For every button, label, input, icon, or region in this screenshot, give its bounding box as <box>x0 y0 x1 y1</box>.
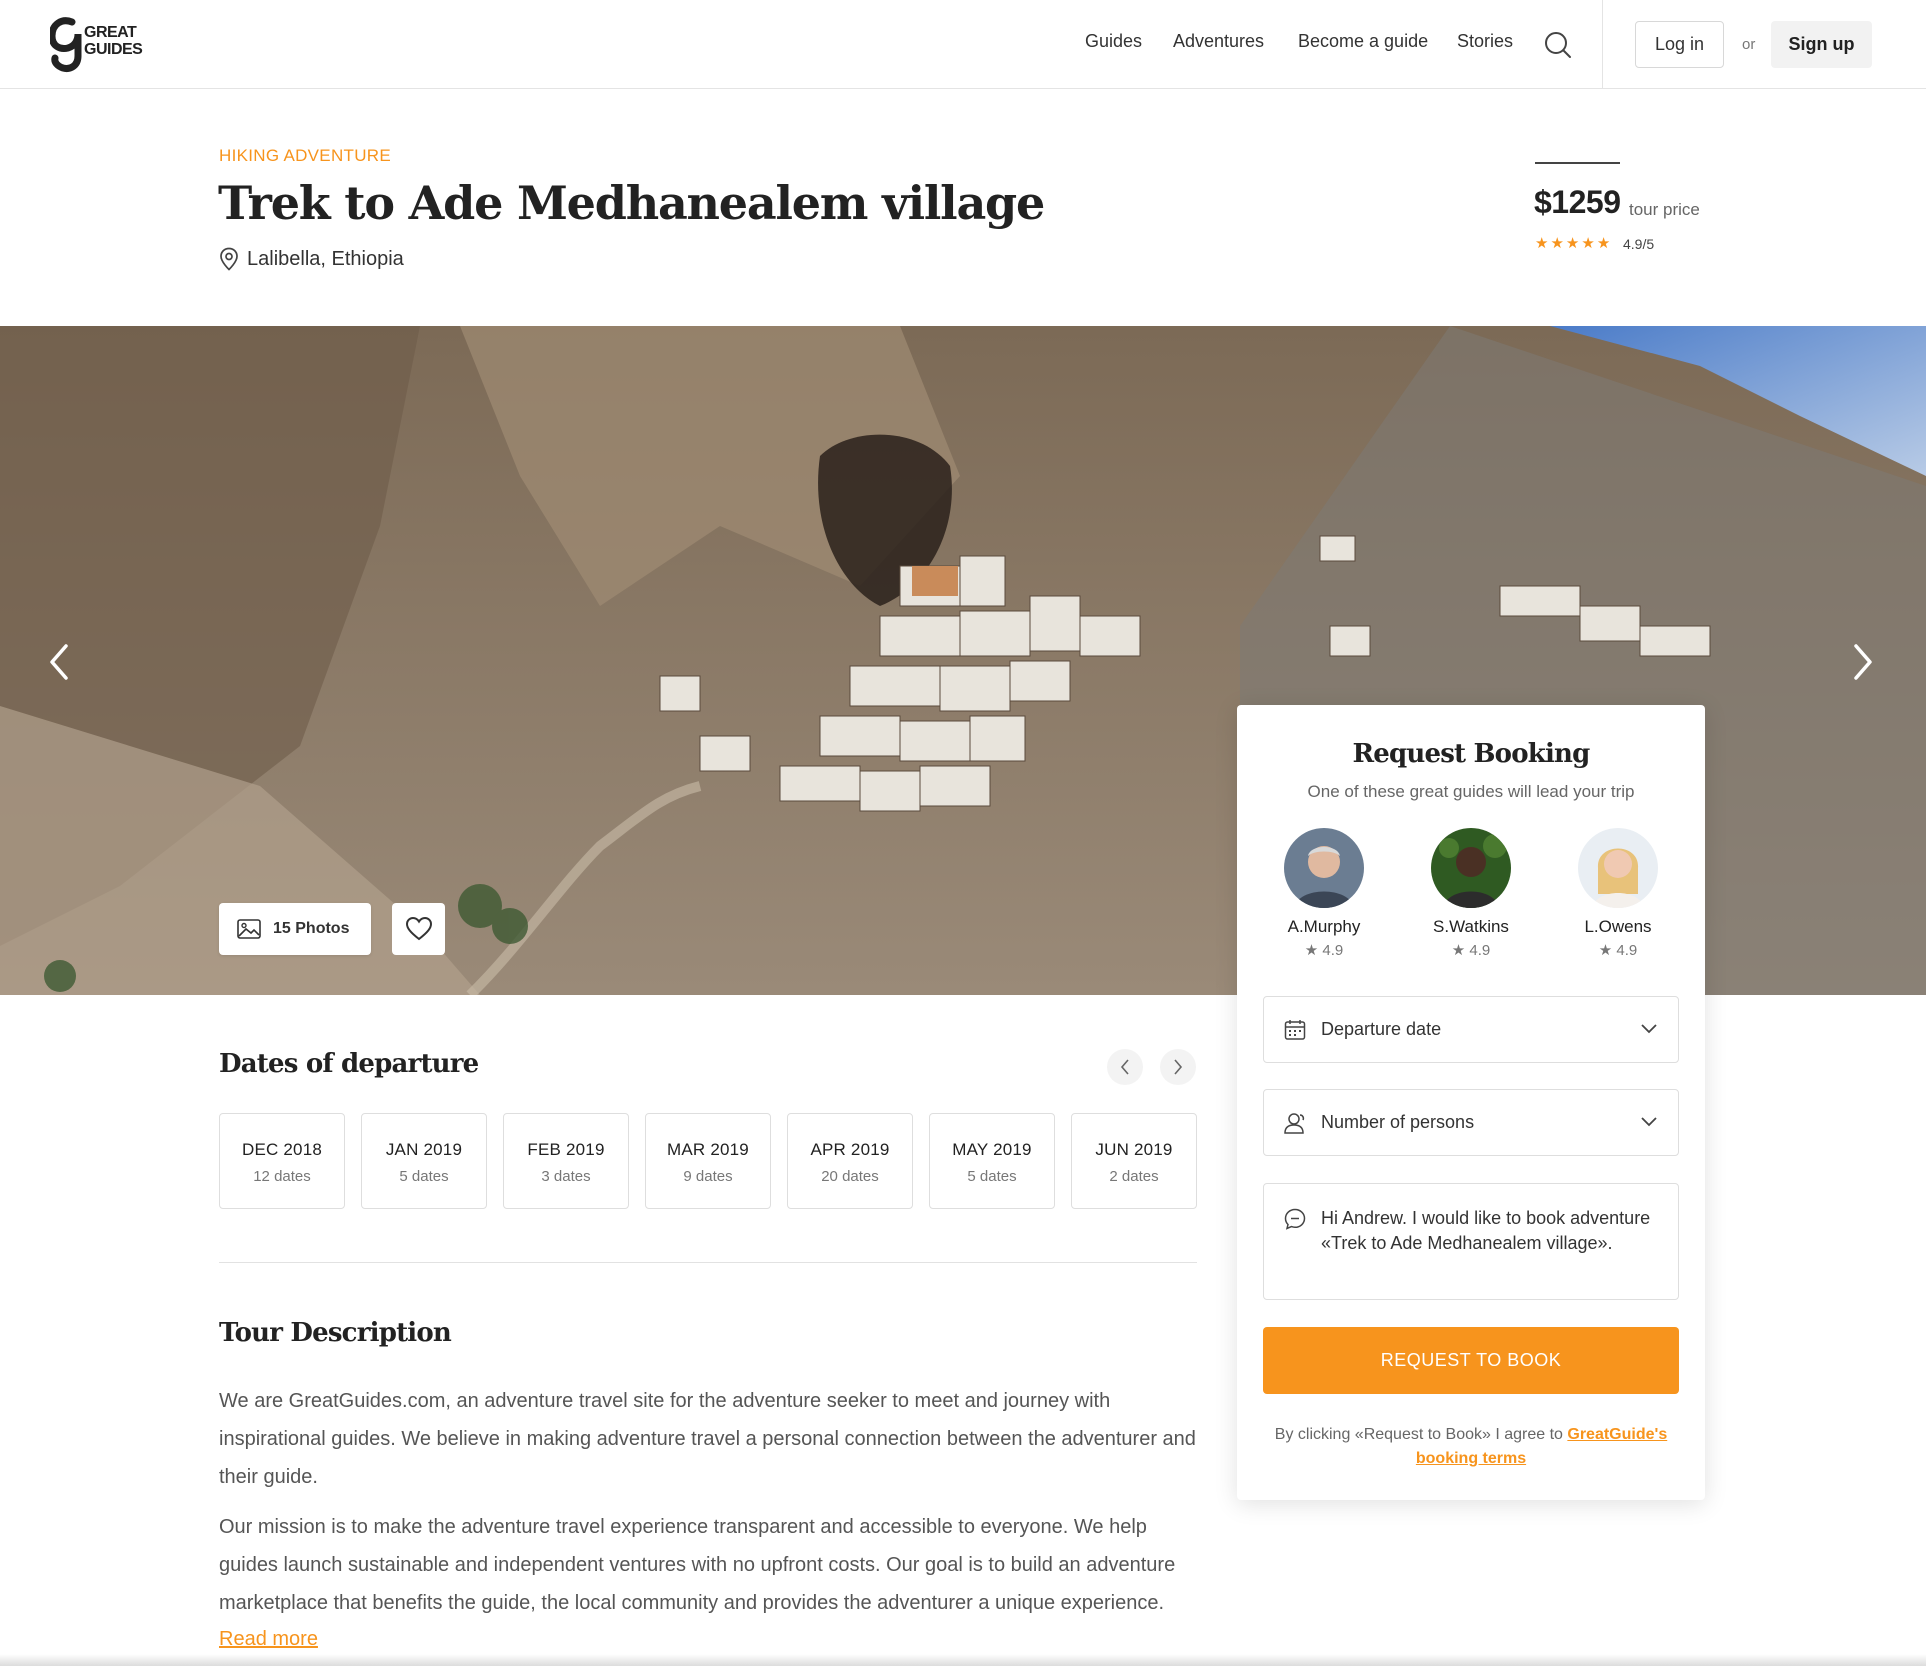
tour-price: $1259 <box>1534 184 1621 220</box>
logo[interactable]: GREAT GUIDES <box>50 16 143 74</box>
login-button[interactable]: Log in <box>1635 21 1724 68</box>
description-section-title: Tour Description <box>219 1318 452 1348</box>
calendar-icon <box>1284 1020 1306 1040</box>
message-text: Hi Andrew. I would like to book adventur… <box>1321 1208 1651 1253</box>
search-icon[interactable] <box>1543 30 1573 60</box>
top-header: GREAT GUIDES Guides Adventures Become a … <box>0 0 1926 89</box>
star-icon: ★ <box>1596 235 1611 252</box>
chevron-down-icon <box>1641 1024 1657 1034</box>
departure-date-select[interactable]: Departure date <box>1263 996 1679 1063</box>
date-count: 2 dates <box>1109 1168 1159 1185</box>
date-count: 3 dates <box>541 1168 591 1185</box>
chevron-left-icon <box>1120 1059 1129 1075</box>
date-count: 9 dates <box>683 1168 733 1185</box>
date-month: FEB 2019 <box>527 1140 605 1159</box>
signup-button[interactable]: Sign up <box>1771 21 1872 68</box>
avatar <box>1431 828 1511 908</box>
location-pin-icon <box>220 247 238 271</box>
date-card[interactable]: FEB 2019 3 dates <box>503 1113 629 1209</box>
dates-next-button[interactable] <box>1160 1049 1196 1085</box>
nav-become-a-guide[interactable]: Become a guide <box>1298 31 1428 52</box>
nav-adventures[interactable]: Adventures <box>1173 31 1264 52</box>
page-title: Trek to Ade Medhanealem village <box>218 176 1045 230</box>
gallery-prev-arrow-icon[interactable] <box>44 640 74 684</box>
rating-value: 4.9/5 <box>1623 236 1655 252</box>
number-of-persons-select[interactable]: Number of persons <box>1263 1089 1679 1156</box>
dates-section-title: Dates of departure <box>219 1049 479 1079</box>
date-month: MAY 2019 <box>952 1140 1032 1159</box>
chevron-right-icon <box>1174 1059 1183 1075</box>
date-month: JUN 2019 <box>1095 1140 1173 1159</box>
logo-mark <box>50 17 82 72</box>
number-of-persons-label: Number of persons <box>1321 1112 1475 1132</box>
booking-terms: By clicking «Request to Book» I agree to… <box>1257 1423 1685 1471</box>
booking-title: Request Booking <box>1352 739 1590 769</box>
date-month: APR 2019 <box>810 1140 890 1159</box>
guide-rating: ★ 4.9 <box>1451 942 1491 959</box>
chevron-down-icon <box>1641 1117 1657 1127</box>
departure-date-label: Departure date <box>1321 1019 1442 1039</box>
date-card[interactable]: APR 2019 20 dates <box>787 1113 913 1209</box>
date-month: JAN 2019 <box>385 1140 463 1159</box>
message-textarea[interactable]: Hi Andrew. I would like to book adventur… <box>1263 1183 1679 1300</box>
photos-count: 15 Photos <box>273 920 350 937</box>
date-count: 5 dates <box>967 1168 1017 1185</box>
rating-stars: ★ ★ ★ ★ ★ <box>1535 236 1610 251</box>
read-more-link[interactable]: Read more <box>219 1628 318 1651</box>
persons-icon <box>1284 1113 1305 1134</box>
booking-card: Request Booking One of these great guide… <box>1237 705 1705 1500</box>
or-separator: or <box>1742 36 1756 53</box>
guide-option[interactable]: A.Murphy ★ 4.9 <box>1264 828 1384 959</box>
date-month: DEC 2018 <box>241 1140 323 1159</box>
heart-icon <box>405 916 432 941</box>
request-to-book-button[interactable]: REQUEST TO BOOK <box>1263 1327 1679 1394</box>
message-icon <box>1284 1208 1306 1230</box>
star-icon: ★ <box>1535 235 1549 252</box>
date-month: MAR 2019 <box>667 1140 749 1159</box>
date-card[interactable]: MAR 2019 9 dates <box>645 1113 771 1209</box>
guide-name: L.Owens <box>1584 917 1652 936</box>
star-icon: ★ <box>1550 235 1564 252</box>
date-count: 5 dates <box>399 1168 449 1185</box>
tour-category: HIKING ADVENTURE <box>219 146 391 165</box>
booking-subtitle: One of these great guides will lead your… <box>1307 782 1635 801</box>
date-count: 12 dates <box>253 1168 311 1185</box>
date-count: 20 dates <box>821 1168 879 1185</box>
image-icon <box>237 919 261 939</box>
guide-name: S.Watkins <box>1433 917 1509 936</box>
star-icon: ★ <box>1581 235 1595 252</box>
logo-text: GREAT GUIDES <box>84 24 143 58</box>
page-bottom-edge <box>0 1654 1926 1666</box>
section-divider <box>219 1262 1197 1263</box>
dates-prev-button[interactable] <box>1107 1049 1143 1085</box>
avatar <box>1578 828 1658 908</box>
guide-rating: ★ 4.9 <box>1598 942 1638 959</box>
guide-option[interactable]: L.Owens ★ 4.9 <box>1558 828 1678 959</box>
guide-option[interactable]: S.Watkins ★ 4.9 <box>1411 828 1531 959</box>
description-paragraph: We are GreatGuides.com, an adventure tra… <box>219 1390 1196 1488</box>
favorite-button[interactable] <box>392 903 445 955</box>
date-card[interactable]: DEC 2018 12 dates <box>219 1113 345 1209</box>
date-card[interactable]: JUN 2019 2 dates <box>1071 1113 1197 1209</box>
price-label: tour price <box>1629 200 1700 219</box>
nav-guides[interactable]: Guides <box>1085 31 1142 52</box>
date-card[interactable]: JAN 2019 5 dates <box>361 1113 487 1209</box>
avatar <box>1284 828 1364 908</box>
date-card[interactable]: MAY 2019 5 dates <box>929 1113 1055 1209</box>
description-paragraph: Our mission is to make the adventure tra… <box>219 1516 1176 1614</box>
tour-location: Lalibella, Ethiopia <box>219 247 404 271</box>
photos-button[interactable]: 15 Photos <box>219 903 371 955</box>
guide-name: A.Murphy <box>1287 917 1361 936</box>
location-text: Lalibella, Ethiopia <box>247 247 404 270</box>
terms-text: By clicking «Request to Book» I agree to <box>1274 1426 1568 1443</box>
nav-divider <box>1602 0 1603 89</box>
price-divider <box>1535 162 1620 164</box>
guide-rating: ★ 4.9 <box>1304 942 1344 959</box>
star-icon: ★ <box>1565 235 1580 252</box>
gallery-next-arrow-icon[interactable] <box>1848 640 1878 684</box>
nav-stories[interactable]: Stories <box>1457 31 1513 52</box>
